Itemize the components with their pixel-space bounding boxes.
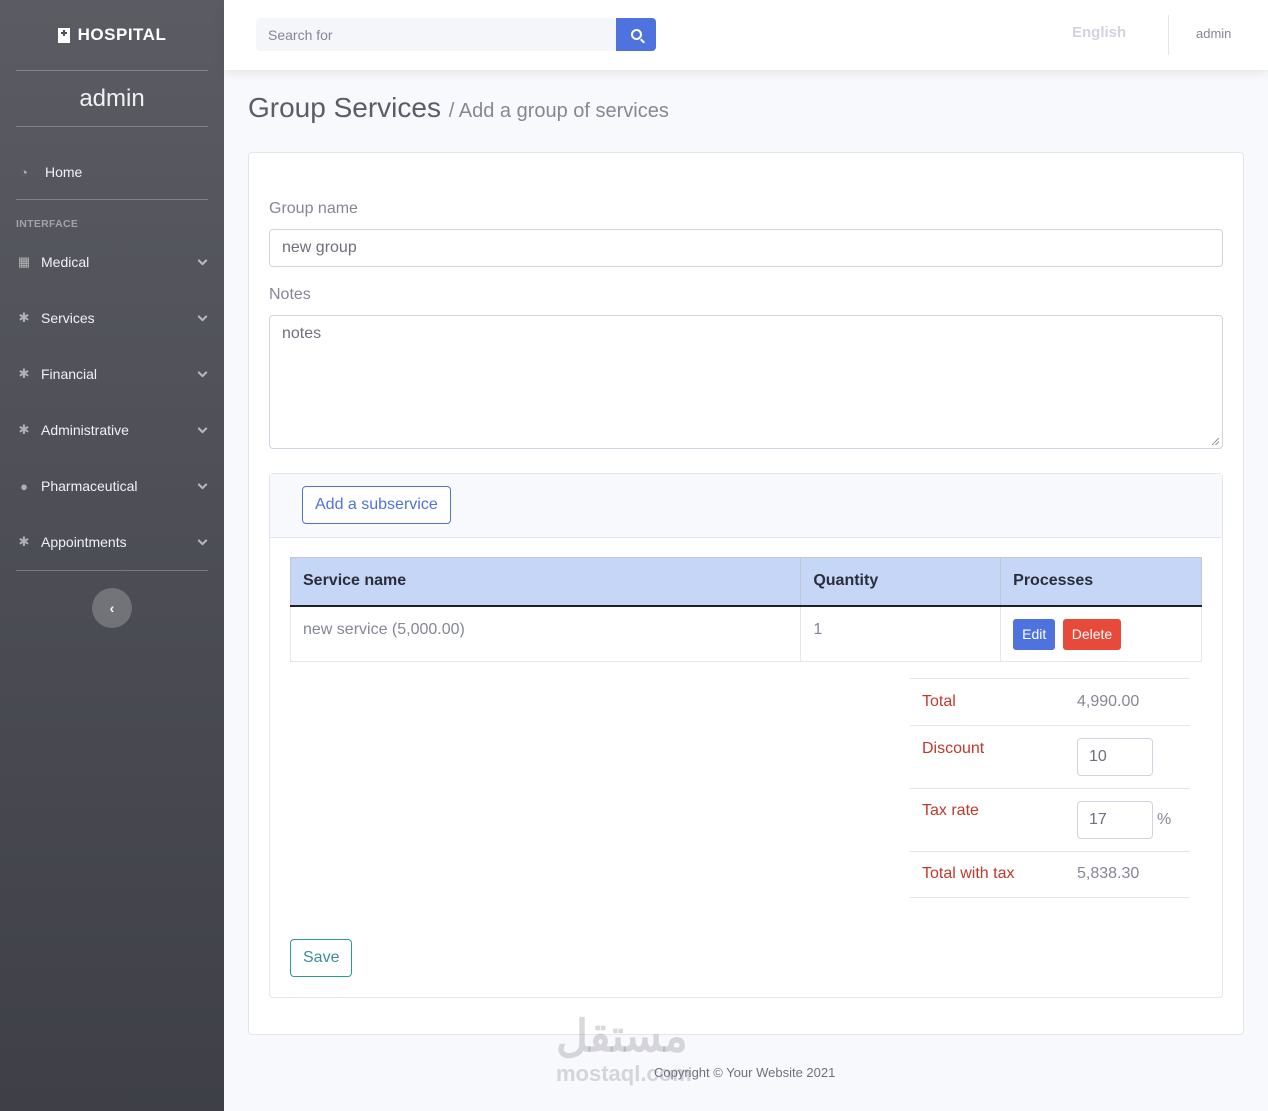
hospital-icon [57,27,70,43]
chevron-down-icon [197,367,208,378]
sidebar-divider [16,570,208,571]
services-table: Service name Quantity Processes new serv… [289,557,1202,662]
sidebar-item-financial[interactable]: ✱ Financial [0,346,224,402]
dashboard-icon: ◔ [20,164,28,180]
group-name-input[interactable]: new group [269,229,1223,267]
sidebar-item-label: Services [41,310,95,326]
service-name-cell: new service (5,000.00) [289,605,802,662]
column-header: Quantity [800,557,1002,607]
chevron-down-icon [197,423,208,434]
brand[interactable]: HOSPITAL [0,0,224,70]
sidebar-item-pharmaceutical[interactable]: ● Pharmaceutical [0,458,224,514]
notes-label: Notes [269,286,311,303]
gear-icon: ✱ [18,534,30,549]
chevron-down-icon [197,535,208,546]
chevron-left-icon: ‹ [109,600,115,616]
sidebar-item-label: Home [45,164,83,180]
percent-sign: % [1157,811,1172,828]
sidebar-toggle-button[interactable]: ‹ [92,588,132,628]
sidebar-item-home[interactable]: ◔ Home [0,127,224,217]
total-with-tax-value: 5,838.30 [1077,865,1140,882]
sidebar-item-services[interactable]: ✱ Services [0,290,224,346]
form-card: Group name new group Notes notes Add a s… [248,152,1244,1035]
sidebar-item-label: Medical [41,254,90,270]
tax-rate-row: Tax rate 17 % [910,788,1190,851]
total-with-tax-row: Total with tax 5,838.30 [910,851,1190,898]
user-menu[interactable]: admin [1196,26,1231,41]
sidebar-item-label: Pharmaceutical [41,478,138,494]
column-header: Service name [289,557,802,607]
page-title-main: Group Services [248,92,441,123]
tax-rate-input[interactable]: 17 [1077,801,1153,839]
sidebar-item-appointments[interactable]: ✱ Appointments [0,514,224,570]
user-icon: ● [20,478,28,494]
sidebar-user: admin [79,84,145,112]
gear-icon: ✱ [18,310,30,325]
chevron-down-icon [197,255,208,266]
table-row: new service (5,000.00) 1 Edit Delete [289,605,1202,662]
processes-cell: Edit Delete [1000,605,1202,662]
discount-row: Discount 10 [910,725,1190,788]
totals-table: Total 4,990.00 Discount 10 Tax rate 17 %… [910,678,1190,898]
sidebar-item-medical[interactable]: ▦ Medical [0,234,224,290]
sidebar-item-administrative[interactable]: ✱ Administrative [0,402,224,458]
table-header-row: Service name Quantity Processes [289,557,1202,607]
add-subservice-button[interactable]: Add a subservice [302,486,451,524]
tax-rate-label: Tax rate [922,802,979,819]
gear-icon: ✱ [18,366,30,381]
sidebar-item-label: Financial [41,366,98,382]
search-icon [630,29,642,40]
notes-textarea[interactable]: notes [269,315,1223,449]
subservices-panel: Add a subservice Service name Quantity P… [269,473,1223,998]
language-switch[interactable]: English [1072,24,1126,41]
group-name-label: Group name [269,200,358,217]
chevron-down-icon [197,479,208,490]
total-row: Total 4,990.00 [910,678,1190,725]
save-button[interactable]: Save [290,939,353,977]
watermark-arabic: مستقل [556,1012,688,1061]
table-icon: ▦ [17,254,31,269]
page-subtitle: / Add a group of services [448,100,669,122]
topbar-divider [1168,15,1169,55]
column-header: Processes [1000,557,1202,607]
total-value: 4,990.00 [1077,693,1140,710]
edit-button[interactable]: Edit [1013,618,1056,650]
sidebar-item-label: Administrative [41,422,129,438]
subservices-header: Add a subservice [270,474,1222,538]
chevron-down-icon [197,311,208,322]
footer-copyright: Copyright © Your Website 2021 [654,1065,836,1080]
search-input[interactable] [256,18,616,51]
notes-value: notes [282,325,322,342]
search-button[interactable] [616,18,656,51]
resize-handle-icon[interactable] [1212,438,1219,445]
quantity-cell: 1 [800,605,1002,662]
total-label: Total [922,693,956,710]
search-bar [256,18,656,51]
delete-button[interactable]: Delete [1062,618,1122,650]
sidebar: HOSPITAL admin ◔ Home INTERFACE ▦ Medica… [0,0,224,1111]
page-title: Group Services / Add a group of services [248,92,669,124]
sidebar-item-label: Appointments [41,534,127,550]
topbar: English admin [224,0,1268,70]
gear-icon: ✱ [18,422,30,437]
discount-label: Discount [922,740,985,757]
discount-input[interactable]: 10 [1077,738,1153,776]
total-with-tax-label: Total with tax [922,865,1015,882]
brand-name: HOSPITAL [77,25,167,44]
